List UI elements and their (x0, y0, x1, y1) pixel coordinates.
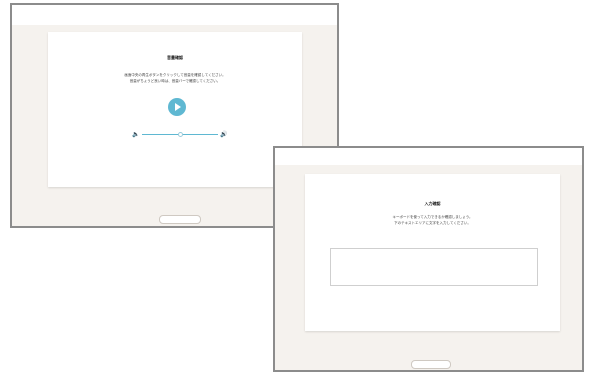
play-button[interactable] (168, 98, 186, 116)
input-check-card: 入力確認 キーボードを使って入力できるか確認しましょう。 下のテキストエリアに文… (305, 174, 560, 331)
top-bar (12, 5, 337, 25)
speaker-low-icon: 🔈 (132, 131, 140, 138)
next-button[interactable] (159, 215, 201, 224)
audio-check-card: 音量確認 画面中央の再生ボタンをクリックして音量を確認してください。 音量がちょ… (48, 32, 302, 187)
top-bar (275, 148, 582, 165)
input-check-screenshot: 入力確認 キーボードを使って入力できるか確認しましょう。 下のテキストエリアに文… (273, 146, 584, 372)
volume-slider-handle[interactable] (177, 132, 183, 137)
page-title: 音量確認 (167, 55, 183, 60)
page-title: 入力確認 (424, 201, 441, 206)
next-button[interactable] (411, 360, 451, 369)
text-input-area[interactable] (330, 248, 538, 286)
instructions-text: 画面中央の再生ボタンをクリックして音量を確認してください。 音量がちょうど良い時… (124, 73, 226, 83)
volume-slider[interactable] (142, 132, 218, 137)
speaker-high-icon: 🔊 (220, 131, 228, 138)
instructions-text: キーボードを使って入力できるか確認しましょう。 下のテキストエリアに文字を入力し… (392, 215, 473, 225)
